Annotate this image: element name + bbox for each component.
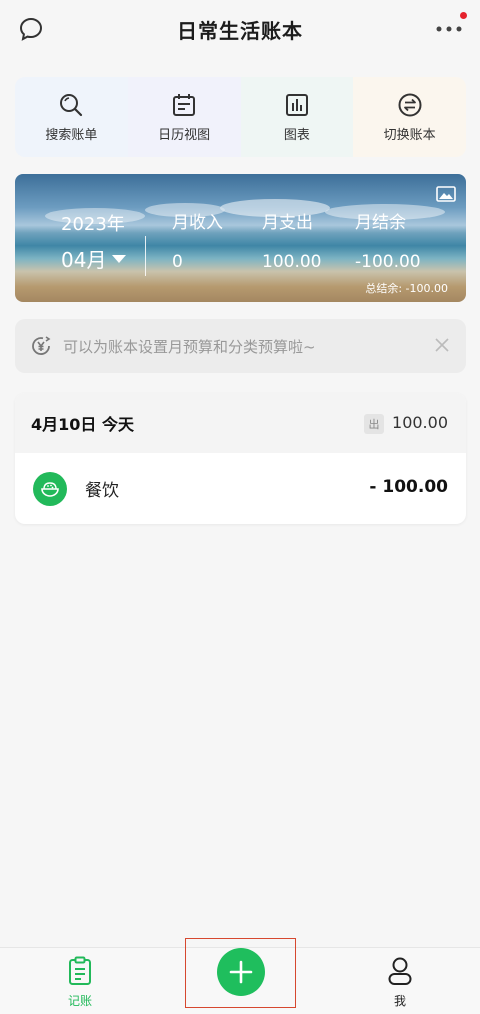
top-bar: 日常生活账本 [0, 0, 480, 58]
expense-tag: 出 [364, 414, 384, 434]
calendar-icon [173, 93, 196, 116]
tab-me-label: 我 [393, 994, 406, 1008]
chart-button[interactable]: 图表 [240, 77, 354, 157]
chart-label: 图表 [283, 127, 310, 143]
search-icon [60, 93, 83, 116]
month-summary-banner: 2023年 04月 月收入 0 月支出 100.00 月结余 -100.00 总… [15, 174, 466, 302]
search-bills-button[interactable]: 搜索账单 [15, 77, 128, 157]
yen-budget-icon [32, 336, 51, 355]
calendar-view-label: 日历视图 [158, 127, 211, 143]
add-record-highlight [185, 938, 296, 1008]
record-amount: - 100.00 [369, 477, 448, 497]
more-options-icon[interactable] [434, 18, 466, 40]
balance-value: -100.00 [355, 252, 421, 272]
balance-column: 月结余 -100.00 [355, 208, 421, 272]
expense-column: 月支出 100.00 [262, 208, 321, 272]
quick-actions: 搜索账单 日历视图 图表 切换账本 [15, 77, 466, 157]
rice-bowl-icon [41, 481, 59, 497]
record-row[interactable]: 餐饮 - 100.00 [15, 453, 466, 524]
income-column: 月收入 0 [172, 208, 223, 272]
tab-ledger-label: 记账 [67, 994, 92, 1008]
search-bills-label: 搜索账单 [45, 127, 98, 143]
budget-tip-text: 可以为账本设置月预算和分类预算啦~ [63, 337, 316, 356]
expense-label: 月支出 [262, 213, 313, 233]
income-value: 0 [172, 252, 183, 272]
tab-me[interactable]: 我 [360, 956, 440, 1009]
caret-down-icon [112, 254, 127, 263]
person-icon [388, 957, 412, 985]
day-title: 4月10日 今天 [31, 415, 134, 434]
total-balance: 总结余: -100.00 [365, 282, 448, 295]
divider [145, 236, 146, 276]
app-root: 日常生活账本 搜索账单 日历视图 图表 切换账本 2023年 04月 月收入 0… [0, 0, 480, 1014]
switch-ledger-label: 切换账本 [383, 127, 436, 143]
add-record-button[interactable] [217, 948, 265, 996]
expense-value: 100.00 [262, 252, 322, 272]
day-record-card: 4月10日 今天 出 100.00 餐饮 - 100.00 [15, 393, 466, 524]
month-selector[interactable]: 04月 [61, 244, 127, 273]
calendar-view-button[interactable]: 日历视图 [127, 77, 241, 157]
change-background-icon[interactable] [436, 186, 456, 202]
chat-bubble-icon[interactable] [18, 16, 44, 42]
day-header: 4月10日 今天 出 100.00 [15, 393, 466, 453]
plus-icon [229, 960, 253, 984]
clipboard-icon [69, 956, 91, 985]
day-expense-amount: 100.00 [392, 413, 448, 432]
income-label: 月收入 [172, 213, 223, 233]
tab-ledger[interactable]: 记账 [40, 956, 120, 1009]
switch-icon [398, 93, 422, 116]
year-label: 2023年 [61, 214, 125, 235]
chart-icon [285, 93, 308, 116]
close-icon[interactable] [434, 337, 450, 353]
switch-ledger-button[interactable]: 切换账本 [353, 77, 466, 157]
page-title: 日常生活账本 [177, 18, 303, 43]
budget-tip-banner[interactable]: 可以为账本设置月预算和分类预算啦~ [15, 319, 466, 373]
balance-label: 月结余 [355, 213, 406, 233]
category-badge [33, 471, 67, 506]
category-name: 餐饮 [85, 481, 119, 501]
month-label: 04月 [61, 248, 107, 272]
notification-dot [460, 12, 467, 19]
